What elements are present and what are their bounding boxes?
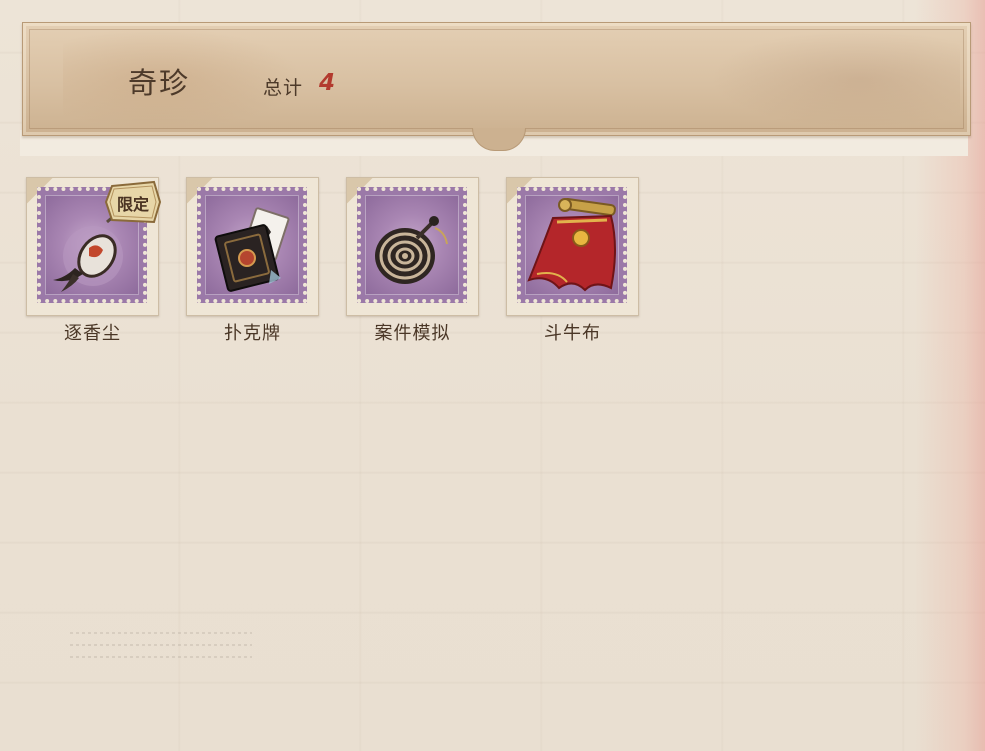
item-label: 案件模拟 [374,323,451,344]
item-label: 扑克牌 [224,323,281,344]
stamp-frame [346,177,479,316]
total-count: 4 [319,70,336,96]
item-card-top[interactable]: 案件模拟 [346,177,479,345]
stamp-frame [186,177,319,316]
stamp-frame [506,177,639,316]
faint-watermark [70,626,252,662]
stamp-frame: 限定 [26,177,162,316]
bullfight-cape-icon [527,197,616,292]
page-title: 奇珍 [128,66,191,100]
item-card-incense[interactable]: 限定 逐香尘 [26,177,162,345]
limited-badge: 限定 [104,180,162,224]
item-card-cape[interactable]: 斗牛布 [506,177,639,345]
header-floral-ornament [710,29,960,129]
item-label: 斗牛布 [544,323,601,344]
item-label: 逐香尘 [64,323,121,344]
spinning-top-icon [375,216,448,284]
total-label: 总计 [263,77,304,99]
playing-cards-icon [214,207,290,292]
item-card-cards[interactable]: 扑克牌 [186,177,319,345]
